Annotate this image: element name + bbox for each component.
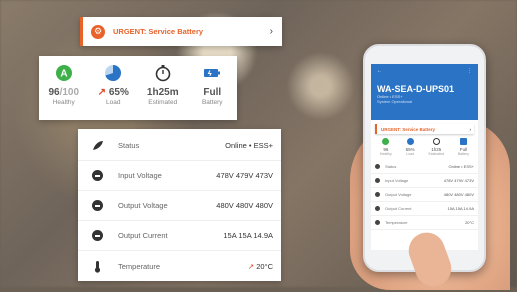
stopwatch-icon (154, 64, 172, 82)
phone-stats: 96 Healthy 65% Load 1h25 Estimated Full Batt… (373, 138, 476, 156)
phone-row-value: 480V 480V 480V (443, 192, 474, 197)
svg-text:A: A (60, 69, 67, 80)
chevron-right-icon: › (269, 26, 273, 37)
back-arrow-icon[interactable]: ← (377, 68, 382, 74)
phone-urgent-label: URGENT: Service Battery (381, 126, 436, 132)
healthy-icon: A (55, 64, 73, 82)
detail-row-output-current: Output Current 15A 15A 14.9A (78, 221, 281, 251)
phone-row-value: 15A 15A 14.9A (447, 206, 474, 211)
phone-row-icon (375, 164, 380, 169)
output-voltage-label: Output Voltage (118, 201, 168, 210)
phone-row-icon (375, 192, 380, 197)
phone-row: Output Current 15A 15A 14.9A (371, 202, 478, 216)
temperature-label: Temperature (118, 261, 161, 271)
phone-row-icon (375, 178, 380, 183)
load-label: Load (106, 99, 121, 106)
phone-battery-icon (460, 138, 467, 145)
phone-device-subtitle2: System Operational (377, 99, 413, 104)
thermometer-icon (90, 259, 104, 273)
load-pie-icon (104, 64, 122, 82)
phone-stat-label: Estimated (428, 152, 445, 156)
phone-header: ← ⋮ WA-SEA-D-UPS01 Online • ESS+ System O… (371, 64, 478, 120)
phone-row-label: Output Voltage (385, 192, 412, 197)
phone-healthy-icon (382, 138, 390, 145)
output-current-label: Output Current (118, 231, 168, 240)
phone-stat-label: Battery (457, 152, 470, 156)
phone-load-icon (406, 138, 414, 145)
phone-row: Temperature 20°C (371, 216, 478, 230)
status-icon (90, 139, 104, 153)
output-current-icon (91, 230, 103, 241)
more-icon[interactable]: ⋮ (467, 68, 472, 74)
detail-row-input-voltage: Input Voltage 478V 479V 473V (78, 161, 281, 191)
temperature-trend-icon: ↗ (247, 261, 255, 271)
stats-panel: A 96/100 Healthy ↗ 65% Load 1h25m Estima… (39, 56, 237, 120)
stat-health: A 96/100 Healthy (42, 64, 86, 106)
detail-row-temperature: Temperature ↗ 20°C (78, 251, 281, 281)
runtime-label: Estimated (148, 99, 178, 106)
output-current-value: 15A 15A 14.9A (223, 231, 273, 240)
status-label: Status (118, 141, 140, 150)
load-value: 65% (108, 87, 129, 98)
details-panel: Status Online • ESS+ Input Voltage 478V … (78, 129, 281, 281)
stat-load: ↗ 65% Load (91, 64, 135, 106)
detail-row-output-voltage: Output Voltage 480V 480V 480V (78, 191, 281, 221)
gear-icon: ⚙ (91, 24, 105, 39)
stat-battery: Full Battery (190, 64, 234, 106)
urgent-banner[interactable]: ⚙ URGENT: Service Battery › (80, 17, 282, 46)
phone-row-label: Temperature (385, 220, 408, 225)
phone-row: Output Voltage 480V 480V 480V (371, 188, 478, 202)
urgent-label: URGENT: Service Battery (113, 27, 204, 36)
phone-stat-label: Healthy (379, 152, 392, 156)
battery-label: Battery (201, 99, 223, 106)
phone-urgent-banner[interactable]: URGENT: Service Battery › (375, 124, 474, 134)
input-voltage-icon (91, 170, 103, 181)
runtime-value: 1h25m (146, 87, 179, 98)
load-trend-icon: ↗ (97, 87, 107, 98)
battery-icon (203, 64, 221, 82)
input-voltage-value: 478V 479V 473V (216, 171, 273, 180)
phone-row: Status Online • ESS+ (371, 160, 478, 174)
detail-row-status: Status Online • ESS+ (78, 131, 281, 161)
output-voltage-value: 480V 480V 480V (216, 201, 273, 210)
phone-chevron-icon: › (469, 126, 472, 132)
phone-device-title: WA-SEA-D-UPS01 (377, 84, 455, 94)
phone-row-value: Online • ESS+ (448, 164, 474, 169)
stat-runtime: 1h25m Estimated (141, 64, 185, 106)
status-value: Online • ESS+ (225, 141, 273, 150)
battery-value: Full (203, 87, 222, 98)
phone-row: Input Voltage 478V 479V 473V (371, 174, 478, 188)
phone-row-label: Input Voltage (385, 178, 409, 183)
health-label: Healthy (52, 99, 75, 106)
phone-row-label: Output Current (385, 206, 412, 211)
phone-row-icon (375, 206, 380, 211)
phone-row-label: Status (385, 164, 397, 169)
health-max: /100 (59, 87, 80, 98)
phone-row-value: 478V 479V 473V (443, 178, 474, 183)
output-voltage-icon (91, 200, 103, 211)
phone-stopwatch-icon (432, 138, 440, 145)
phone-stat-label: Load (406, 152, 415, 156)
input-voltage-label: Input Voltage (118, 171, 162, 180)
health-value: 96 (48, 87, 60, 98)
phone-row-icon (375, 220, 380, 225)
phone-row-value: 20°C (465, 220, 474, 225)
temperature-value: 20°C (256, 261, 273, 271)
phone-screen: ← ⋮ WA-SEA-D-UPS01 Online • ESS+ System O… (371, 64, 478, 250)
